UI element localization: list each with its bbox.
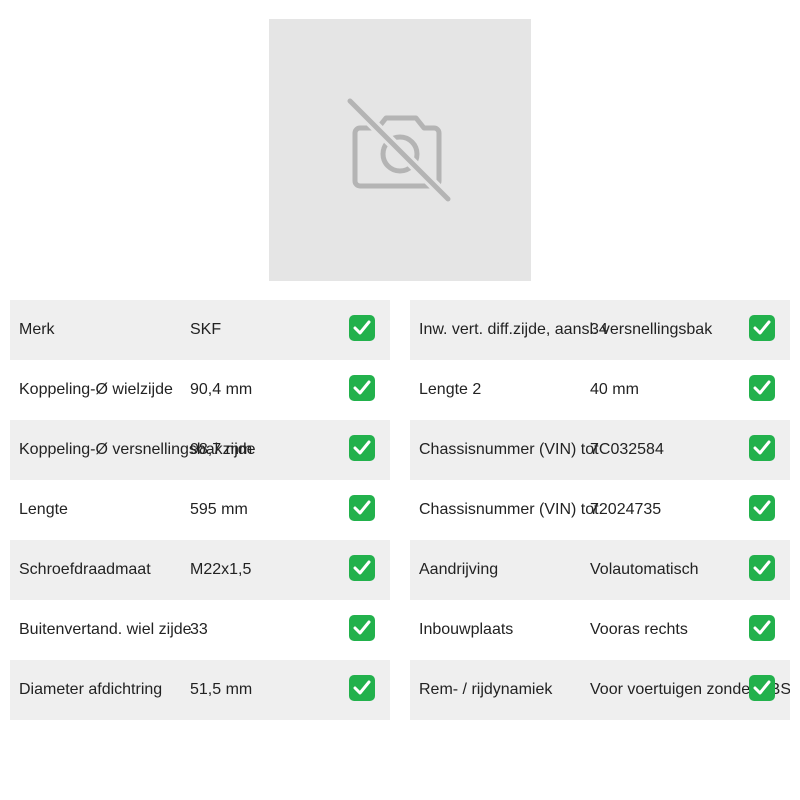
check-mark-icon <box>749 555 775 581</box>
spec-value: 7C032584 <box>590 441 664 458</box>
check-mark-icon <box>349 315 375 341</box>
spec-row: Buitenvertand. wiel zijde 33 <box>10 600 390 660</box>
spec-row: Lengte 2 40 mm <box>410 360 790 420</box>
spec-row: Merk SKF <box>10 300 390 360</box>
spec-value: 98,7 mm <box>190 441 253 458</box>
spec-label: Schroefdraadmaat <box>19 561 151 578</box>
spec-value: 595 mm <box>190 501 248 518</box>
spec-row: Aandrijving Volautomatisch <box>410 540 790 600</box>
spec-value: SKF <box>190 321 222 338</box>
spec-value: M22x1,5 <box>190 561 252 578</box>
product-image-placeholder <box>269 19 531 281</box>
spec-row: Koppeling-Ø versnellingsbakzijde 98,7 mm <box>10 420 390 480</box>
spec-row: Chassisnummer (VIN) tot 7C032584 <box>410 420 790 480</box>
check-mark-icon <box>749 615 775 641</box>
spec-label: Diameter afdichtring <box>19 681 163 698</box>
spec-value: 33 <box>190 621 208 638</box>
spec-value: 34 <box>590 321 608 338</box>
spec-label: Inw. vert. diff.zijde, aansl. versnellin… <box>419 321 713 338</box>
no-photo-icon <box>346 97 452 203</box>
check-mark-icon <box>349 495 375 521</box>
check-mark-icon <box>749 375 775 401</box>
check-mark-icon <box>349 375 375 401</box>
spec-label: Inbouwplaats <box>419 621 514 638</box>
spec-label: Aandrijving <box>419 561 499 578</box>
spec-row: Chassisnummer (VIN) tot 72024735 <box>410 480 790 540</box>
check-mark-icon <box>749 435 775 461</box>
spec-value: 40 mm <box>590 381 639 398</box>
spec-table-left: Merk SKF Koppeling-Ø wielzijde 90,4 mm K… <box>10 300 390 720</box>
spec-row: Rem- / rijdynamiek Voor voertuigen zonde… <box>410 660 790 720</box>
spec-label: Merk <box>19 321 55 338</box>
spec-row: Schroefdraadmaat M22x1,5 <box>10 540 390 600</box>
spec-row: Lengte 595 mm <box>10 480 390 540</box>
spec-value: 90,4 mm <box>190 381 253 398</box>
check-mark-icon <box>349 555 375 581</box>
spec-label: Buitenvertand. wiel zijde <box>19 621 192 638</box>
check-mark-icon <box>349 435 375 461</box>
spec-value: 51,5 mm <box>190 681 253 698</box>
product-spec-page: Merk SKF Koppeling-Ø wielzijde 90,4 mm K… <box>0 0 800 800</box>
check-mark-icon <box>749 315 775 341</box>
spec-label: Chassisnummer (VIN) tot <box>419 441 599 458</box>
spec-label: Lengte 2 <box>419 381 482 398</box>
spec-value: Vooras rechts <box>590 621 688 638</box>
spec-label: Koppeling-Ø wielzijde <box>19 381 173 398</box>
check-mark-icon <box>749 675 775 701</box>
check-mark-icon <box>349 675 375 701</box>
spec-label: Chassisnummer (VIN) tot <box>419 501 599 518</box>
check-mark-icon <box>349 615 375 641</box>
spec-label: Rem- / rijdynamiek <box>419 681 553 698</box>
spec-row: Koppeling-Ø wielzijde 90,4 mm <box>10 360 390 420</box>
spec-row: Diameter afdichtring 51,5 mm <box>10 660 390 720</box>
check-mark-icon <box>749 495 775 521</box>
spec-row: Inw. vert. diff.zijde, aansl. versnellin… <box>410 300 790 360</box>
spec-value: 72024735 <box>590 501 662 518</box>
spec-table-right: Inw. vert. diff.zijde, aansl. versnellin… <box>410 300 790 720</box>
spec-row: Inbouwplaats Vooras rechts <box>410 600 790 660</box>
spec-value: Volautomatisch <box>590 561 699 578</box>
spec-label: Lengte <box>19 501 68 518</box>
